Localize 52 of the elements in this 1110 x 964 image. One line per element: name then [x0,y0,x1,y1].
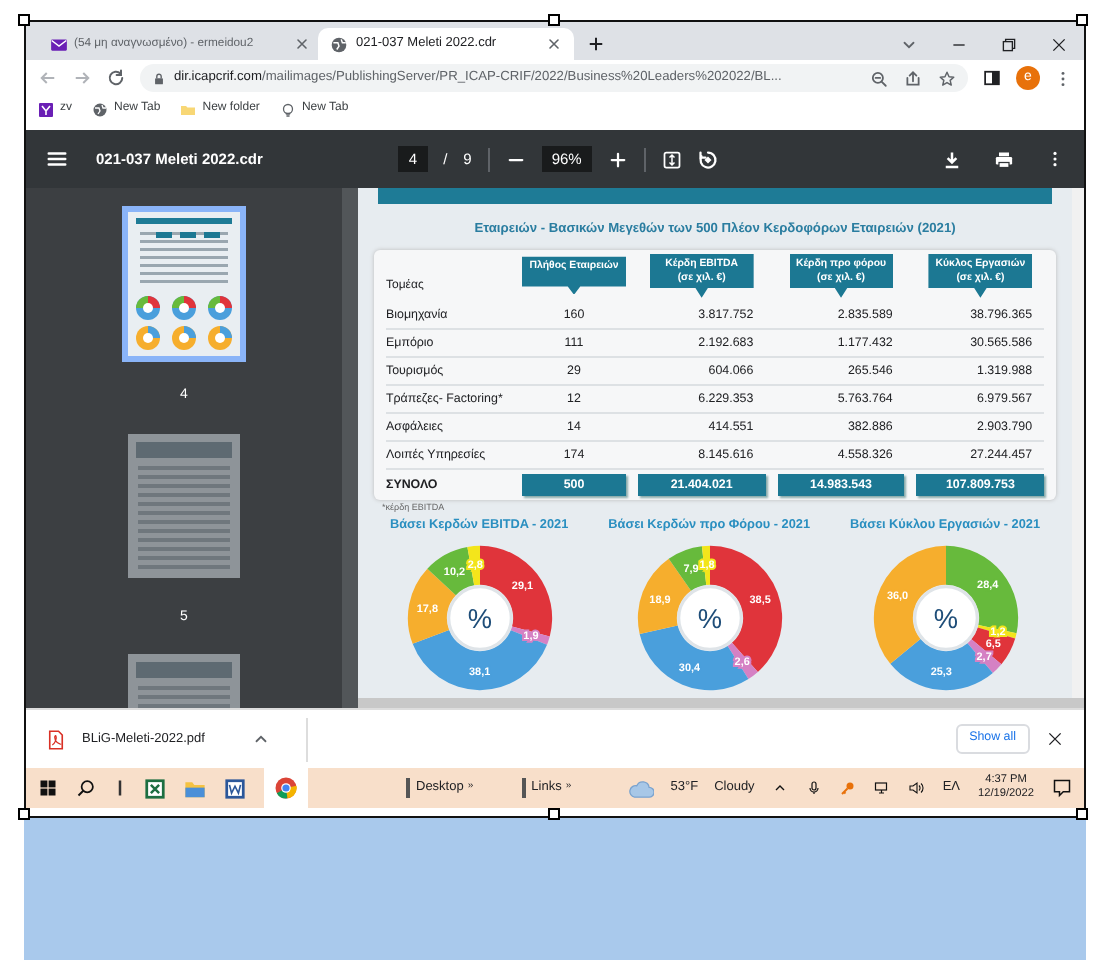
star-icon[interactable] [938,69,956,87]
resize-handle[interactable] [547,808,559,820]
network-icon[interactable] [874,780,891,796]
pdf-file-icon [46,729,66,749]
mail-icon [50,35,68,53]
close-icon[interactable] [546,36,562,52]
close-icon[interactable] [1046,730,1064,748]
share-icon[interactable] [904,69,922,87]
close-icon[interactable] [1050,36,1068,54]
spreadsheet-icon[interactable] [144,777,166,799]
chevron-down-icon[interactable] [900,36,918,54]
menu-icon[interactable] [46,148,68,170]
percent-label: % [932,602,958,633]
bulb-icon[interactable] [279,101,296,117]
resize-handle[interactable] [1076,14,1088,26]
document-icon[interactable] [224,777,246,799]
percent-label: % [697,602,722,633]
caret-up-icon[interactable] [252,730,271,748]
donut-center [912,584,978,650]
resize-handle[interactable] [18,808,30,820]
start-icon[interactable] [38,778,58,798]
cloud-icon [628,775,655,801]
scrollbar[interactable] [1072,188,1084,698]
page-thumbnail[interactable] [122,206,246,362]
caret-up-icon[interactable] [772,780,789,796]
reload-icon[interactable] [106,68,126,88]
rotate-icon[interactable] [697,149,718,169]
search-icon[interactable] [76,778,96,798]
donut-center [676,584,742,650]
app-icon[interactable] [38,101,54,117]
download-icon[interactable] [942,149,962,169]
globe-icon [330,35,348,53]
globe-icon[interactable] [92,101,108,117]
resize-handle[interactable] [547,14,559,26]
print-icon[interactable] [994,149,1014,169]
new-tab-icon[interactable] [586,34,606,54]
browser-icon[interactable] [274,776,298,800]
scrollbar[interactable] [358,698,1084,708]
sidebar-icon[interactable] [982,68,1002,88]
resize-handle[interactable] [1076,808,1088,820]
speaker-icon[interactable] [908,780,925,796]
fit-page-icon[interactable] [661,149,682,169]
zoom-in-icon[interactable] [607,149,628,169]
lock-icon [152,71,166,85]
microphone-icon[interactable] [806,780,823,796]
resize-handle[interactable] [18,14,30,26]
notification-icon[interactable] [1052,778,1072,798]
zoom-icon[interactable] [870,69,888,87]
percent-label: % [467,602,492,633]
folder-icon[interactable] [184,777,206,799]
maximize-icon[interactable] [1000,36,1018,54]
donut-center [446,584,512,650]
